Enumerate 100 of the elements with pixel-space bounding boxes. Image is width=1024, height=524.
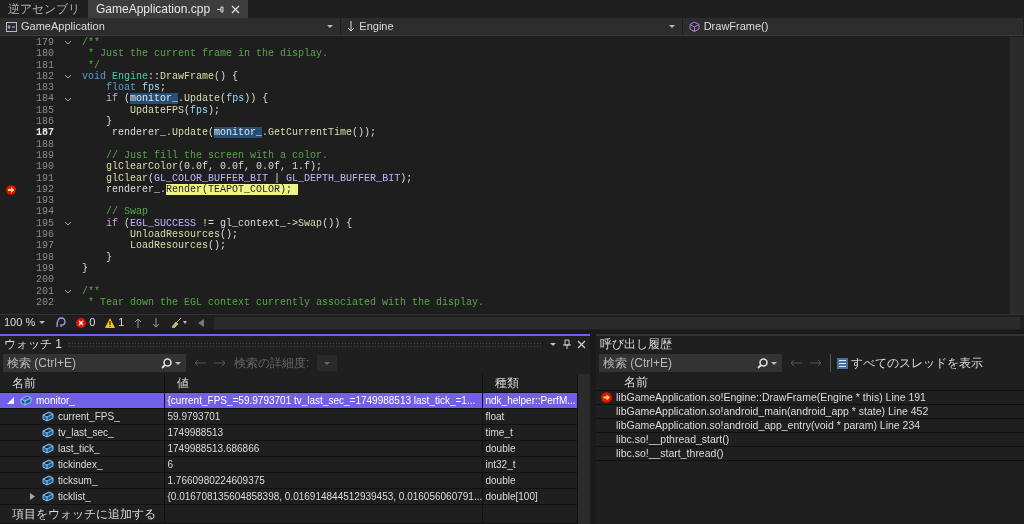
code-line: UpdateFPS(fps); [129,104,221,117]
collapse-icon[interactable] [64,220,72,226]
warning-icon [105,317,116,328]
stack-frame[interactable]: libGameApplication.so!android_app_entry(void * param) Line 234 [616,417,921,434]
stack-frame[interactable]: libc.so!__start_thread() [616,445,724,462]
collapse-icon[interactable] [7,397,14,404]
error-icon [76,317,87,328]
error-count[interactable]: 0 [76,314,96,331]
line-number: 188 [35,138,54,150]
line-number: 200 [35,274,54,286]
code-line: LoadResources(); [129,240,227,252]
search-options-button[interactable] [157,354,186,372]
stack-frame[interactable]: libGameApplication.so!android_main(android_app * state) Line 452 [616,403,929,420]
line-number: 193 [35,195,54,207]
code-line: */ [87,59,101,71]
column-header[interactable]: 値 [164,374,482,393]
line-number: 182 [35,70,54,83]
navigation-dropdown[interactable]: DrawFrame() [682,18,1024,35]
code-line: glClear(GL_COLOR_BUFFER_BIT | GL_DEPTH_BUFFER_BIT); [105,172,413,184]
line-number: 190 [35,161,54,173]
column-header[interactable]: 種類 [482,374,577,393]
caret-icon[interactable] [667,24,676,29]
pin-icon[interactable] [216,4,226,14]
line-number: 183 [35,82,54,94]
variable-value: 6 [164,456,482,473]
zoom-dropdown[interactable]: 100 % [4,314,47,331]
brush-icon[interactable] [170,317,189,328]
watch-row[interactable]: tv_last_sec_ 1749988513 time_t [0,424,577,441]
pin-icon[interactable] [563,339,571,349]
collapse-icon[interactable] [64,288,72,294]
search-options-button[interactable] [753,354,782,372]
watch-row[interactable]: last_tick_ 1749988513.686866 double [0,440,577,457]
collapse-icon[interactable] [64,74,72,80]
variable-icon [41,491,54,502]
line-number: 194 [35,206,54,218]
variable-icon [41,459,54,470]
variable-icon [19,395,32,406]
stack-frame[interactable]: libGameApplication.so!Engine::DrawFrame(Engine * this) Line 191 [616,389,926,406]
line-number: 184 [35,93,54,105]
stack-frame[interactable]: libc.so!__pthread_start() [616,431,730,448]
assistant-icon[interactable] [56,317,67,328]
code-line: if (EGL_SUCCESS != gl_context_->Swap()) { [105,217,353,229]
collapse-icon[interactable] [64,96,72,102]
watch-row[interactable]: ticksum_ 1.7660980224609375 double [0,472,577,489]
variable-name: tv_last_sec_ [58,426,114,440]
watch-row[interactable]: tickindex_ 6 int32_t [0,456,577,473]
navigation-dropdown[interactable]: Engine [341,18,683,35]
down-arrow-icon[interactable] [152,317,161,328]
variable-value: {0.016708135604858398, 0.016914844512939453, 0.016056060791... [164,488,482,505]
watch-row[interactable]: ticklist_ {0.016708135604858398, 0.016914844512939453, 0.016056060791... double[100] [0,488,577,505]
variable-name: monitor_ [36,394,75,408]
collapse-icon[interactable] [64,40,72,46]
scroll-left-icon[interactable] [198,318,205,327]
down-arrow-icon [347,21,356,32]
line-number: 189 [35,149,54,162]
caret-icon[interactable] [549,341,557,347]
code-line: void Engine::DrawFrame() { [82,70,239,83]
search-field[interactable]: 検索 (Ctrl+E) [3,354,157,372]
tab[interactable]: GameApplication.cpp [88,0,249,18]
watch-row[interactable]: monitor_ {current_FPS_=59.9793701 tv_last_sec_=1749988513 last_tick_=1... ndk_helper::PerfM... [0,392,577,409]
close-icon[interactable] [577,339,586,349]
variable-value: 59.9793701 [164,408,482,425]
code-line: * Just the current frame in the display. [87,48,329,60]
caret-icon[interactable] [326,24,335,29]
variable-type: double [482,472,577,489]
column-header[interactable]: 名前 [624,373,648,391]
variable-name: ticksum_ [58,474,98,488]
warning-count[interactable]: 1 [105,314,125,331]
variable-value: 1.7660980224609375 [164,472,482,489]
code-line: UnloadResources(); [129,229,239,241]
show-threads-button[interactable]: すべてのスレッドを表示 [830,354,983,372]
line-number: 197 [35,240,54,252]
code-line: // Just fill the screen with a color. [105,149,329,161]
search-depth-label: 検索の詳細度: [234,355,310,372]
variable-type: double [482,440,577,457]
tab[interactable]: 逆アセンブリ [0,0,88,18]
variable-type: float [482,408,577,425]
project-icon [6,21,17,32]
vertical-scrollbar[interactable] [1010,37,1024,314]
variable-type: double[100] [482,488,577,505]
line-number: 201 [35,285,54,297]
line-number: 187 [35,127,54,139]
close-icon[interactable] [231,4,241,14]
expand-icon[interactable] [29,493,36,500]
code-line: } [105,116,113,128]
horizontal-scrollbar[interactable] [214,316,1020,329]
column-header[interactable]: 名前 [0,374,164,393]
variable-name: tickindex_ [58,458,103,472]
variable-name: current_FPS_ [58,410,120,424]
variable-icon [41,411,54,422]
line-number: 179 [35,37,54,49]
add-watch-item[interactable]: 項目をウォッチに追加する [0,504,164,524]
line-number: 198 [35,251,54,263]
navigation-dropdown[interactable]: GameApplication [0,18,342,35]
panel-title: ウォッチ 1 [4,336,62,353]
variable-type: time_t [482,424,577,441]
variable-icon [41,475,54,486]
up-arrow-icon[interactable] [134,317,143,328]
search-field[interactable]: 検索 (Ctrl+E) [599,354,753,372]
watch-row[interactable]: current_FPS_ 59.9793701 float [0,408,577,425]
